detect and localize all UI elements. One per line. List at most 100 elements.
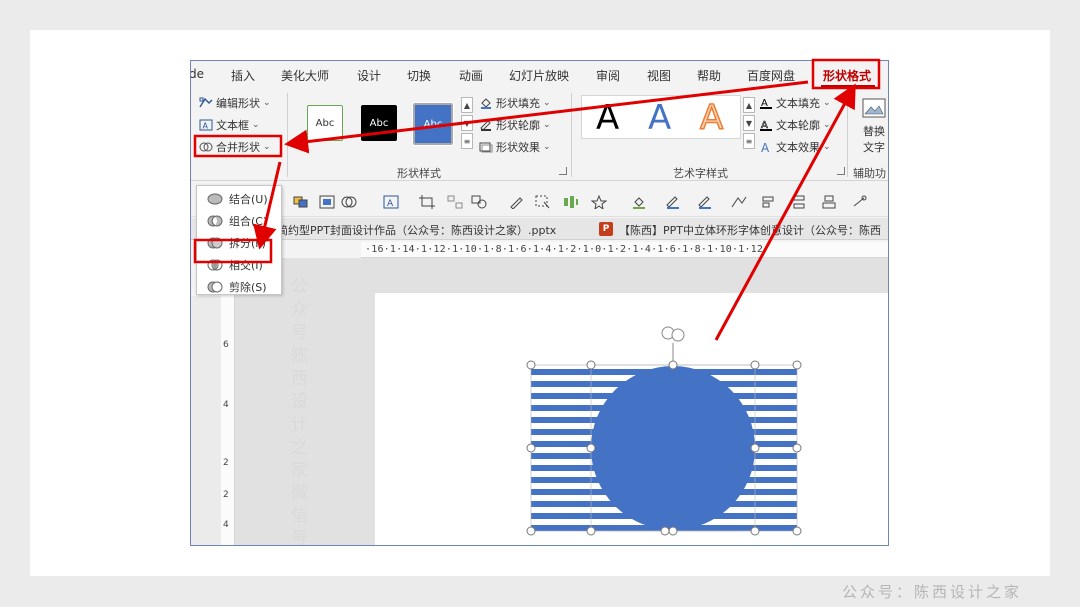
alt-text-icon [862,98,886,118]
alt-text-label-1: 替换 [863,125,885,138]
outline-pen-icon[interactable] [665,195,681,209]
tab-beautify[interactable]: 美化大师 [281,67,329,84]
menu-item-union[interactable]: 结合(U) [197,188,281,210]
alt-text-label-2: 文字 [863,141,885,154]
tab-design[interactable]: 设计 [357,67,381,84]
edit-shape-button[interactable]: 编辑形状 ⌄ [199,95,271,111]
shape-effects-button[interactable]: 形状效果 ⌄ [479,139,551,155]
text-outline-label: 文本轮廓 [776,119,820,132]
wordart-down-button[interactable]: ▼ [743,115,755,131]
slide-shapes [526,326,802,536]
edit-shape-icon [199,97,213,108]
pen-icon[interactable] [509,195,525,209]
tab-shape-format[interactable]: 形状格式 [823,67,871,84]
text-fill-button[interactable]: A 文本填充 ⌄ [759,95,831,111]
gallery-up-button[interactable]: ▲ [461,97,473,113]
thumbnail-pane-edge [191,296,221,545]
menu-item-subtract[interactable]: 剪除(S) [197,276,281,298]
powerpoint-file-icon: P [599,222,613,236]
menu-item-label: 结合(U) [229,193,268,206]
text-effects-icon: A [761,141,770,153]
tab-partial[interactable]: de [191,67,204,81]
edit-shape-label: 编辑形状 [216,97,260,110]
distribute-vertical-icon[interactable] [791,195,807,209]
effects-icon[interactable] [697,195,713,209]
wordart-gallery: A A A [581,95,741,139]
text-box-button[interactable]: A 文本框 ⌄ [199,117,260,133]
wordart-styles-group-label: 艺术字样式 [673,167,728,180]
ruler-number: 4 [223,520,229,530]
group-icon[interactable] [319,195,335,209]
wordart-more-button[interactable]: ≡ [743,133,755,149]
wordart-orange[interactable]: A [699,97,724,139]
slide-page[interactable] [375,293,888,545]
merge-shapes-icon [199,142,213,152]
shape-style-sample: Abc [423,118,443,130]
merge-shapes-button[interactable]: 合并形状 ⌄ [199,139,271,155]
shape-fill-label: 形状填充 [496,97,540,110]
menu-item-intersect[interactable]: 相交(I) [197,254,281,276]
svg-text:A: A [761,141,770,153]
wordart-up-button[interactable]: ▲ [743,97,755,113]
chevron-down-icon: ⌄ [823,120,831,130]
select-icon[interactable] [535,195,551,209]
menu-item-label: 拆分(F) [229,237,266,250]
menu-item-label: 组合(C) [229,215,268,228]
star-icon[interactable] [591,195,607,209]
fill-icon[interactable] [631,195,647,209]
arrange-icon[interactable] [293,195,309,209]
circle-shape[interactable] [591,366,755,530]
active-tab-underline [821,85,875,87]
tab-view[interactable]: 视图 [647,67,671,84]
shape-effects-label: 形状效果 [496,141,540,154]
edit-points-icon[interactable] [731,195,747,209]
shape-fill-button[interactable]: 形状填充 ⌄ [479,95,551,111]
tab-insert[interactable]: 插入 [231,67,255,84]
rotate-icon[interactable] [851,195,867,209]
doc-tab-3d-ring-text[interactable]: 【陈西】PPT中立体环形字体创意设计（公众号：陈西 [619,222,881,238]
rotation-handle[interactable] [661,326,685,342]
distribute-icon[interactable] [563,195,579,209]
svg-text:A: A [387,199,394,209]
tab-slideshow[interactable]: 幻灯片放映 [509,67,569,84]
shapes-icon[interactable] [471,195,487,209]
crop-icon[interactable] [419,195,435,209]
tab-review[interactable]: 审阅 [596,67,620,84]
text-box-icon: A [199,119,213,131]
paint-bucket-icon [481,98,491,109]
align-left-icon[interactable] [761,195,777,209]
dialog-launcher-icon[interactable] [559,167,567,175]
tab-baidu-pan[interactable]: 百度网盘 [747,67,795,84]
gallery-more-button[interactable]: ≡ [461,133,473,149]
wordart-black[interactable]: A [596,98,619,138]
tab-animations[interactable]: 动画 [459,67,483,84]
ruler-number: 6 [223,340,229,350]
text-effects-button[interactable]: A 文本效果 ⌄ [759,139,831,155]
ruler-number: 2 [223,458,229,468]
menu-item-label: 剪除(S) [229,281,267,294]
text-fill-icon: A [760,98,772,109]
tab-transitions[interactable]: 切换 [407,67,431,84]
align-icon[interactable] [447,195,463,209]
dialog-launcher-icon[interactable] [837,167,845,175]
menu-item-fragment[interactable]: 拆分(F) [197,232,281,254]
menu-item-combine[interactable]: 组合(C) [197,210,281,232]
chevron-down-icon: ⌄ [543,98,551,108]
wordart-blue[interactable]: A [648,98,671,138]
chevron-down-icon: ⌄ [543,142,551,152]
size-icon[interactable] [821,195,837,209]
alt-text-button[interactable]: 替换 文字 [861,97,887,155]
merge-icon[interactable] [341,195,357,209]
pen-outline-icon [480,120,491,131]
gallery-down-button[interactable]: ▼ [461,115,473,131]
shape-style-white[interactable]: Abc [307,105,343,141]
combine-icon [207,215,223,227]
shape-style-black[interactable]: Abc [361,105,397,141]
doc-tab-cover-design[interactable]: 简约型PPT封面设计作品（公众号：陈西设计之家）.pptx [277,222,556,238]
intersect-icon [207,259,223,271]
shape-outline-button[interactable]: 形状轮廓 ⌄ [479,117,551,133]
text-box-icon[interactable]: A [383,195,399,209]
shape-style-blue-selected[interactable]: Abc [412,102,454,146]
text-outline-button[interactable]: A 文本轮廓 ⌄ [759,117,831,133]
tab-help[interactable]: 帮助 [697,67,721,84]
